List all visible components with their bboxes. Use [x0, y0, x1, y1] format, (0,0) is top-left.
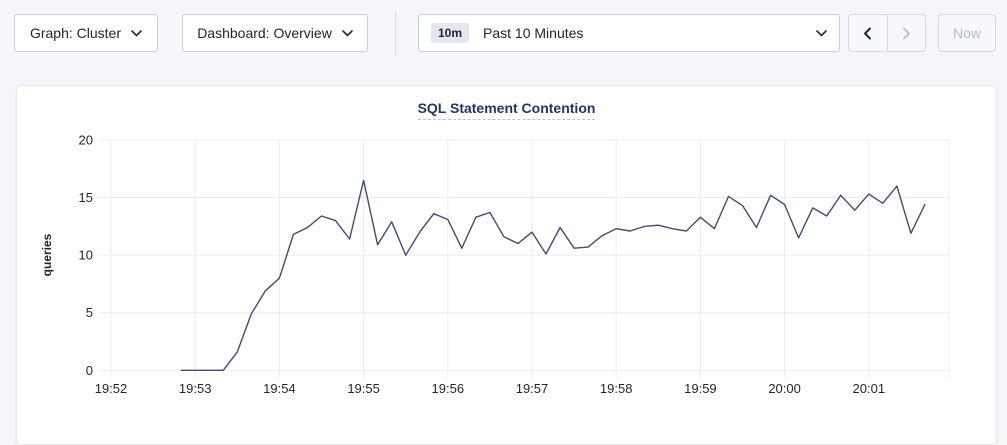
y-tick-label: 10: [79, 248, 93, 263]
x-tick-label: 19:56: [432, 381, 465, 396]
y-tick-label: 5: [86, 305, 93, 320]
line-chart[interactable]: 0 5 10 15 20 19:52 19:53 19:54 19:55 19:56 19:57 19…: [17, 86, 998, 433]
chevron-down-icon: [131, 30, 142, 37]
x-tick-label: 19:52: [95, 381, 128, 396]
chart-panel: SQL Statement Contention 0510152019:5219…: [16, 85, 997, 445]
chevron-right-icon: [902, 27, 911, 40]
time-step-button-group: [848, 14, 926, 52]
dashboard-dropdown[interactable]: Dashboard: Overview: [182, 14, 368, 52]
y-tick-label: 0: [86, 363, 93, 378]
time-range-picker[interactable]: 10m Past 10 Minutes: [418, 14, 840, 52]
dashboard-dropdown-label: Dashboard: Overview: [197, 25, 332, 41]
now-button[interactable]: Now: [938, 14, 996, 52]
x-tick-label: 20:00: [768, 381, 801, 396]
x-tick-label: 19:55: [347, 381, 380, 396]
time-backward-button[interactable]: [849, 15, 888, 51]
x-tick-label: 20:01: [853, 381, 886, 396]
toolbar: Graph: Cluster Dashboard: Overview 10m P…: [0, 0, 1007, 70]
chevron-down-icon: [342, 30, 353, 37]
time-window-label: Past 10 Minutes: [483, 25, 583, 41]
time-forward-button[interactable]: [888, 15, 926, 51]
x-tick-label: 19:59: [684, 381, 717, 396]
chevron-left-icon: [863, 27, 872, 40]
chevron-down-icon: [816, 30, 827, 37]
series-line-queries: [181, 180, 925, 370]
toolbar-divider: [395, 11, 396, 55]
x-tick-label: 19:58: [600, 381, 633, 396]
y-axis-label: queries: [40, 233, 54, 276]
graph-dropdown-label: Graph: Cluster: [30, 25, 121, 41]
y-tick-label: 15: [79, 190, 93, 205]
x-tick-label: 19:53: [179, 381, 212, 396]
y-tick-label: 20: [79, 133, 93, 148]
x-tick-label: 19:54: [263, 381, 296, 396]
graph-dropdown[interactable]: Graph: Cluster: [14, 14, 158, 52]
time-window-badge: 10m: [431, 23, 469, 43]
x-tick-label: 19:57: [516, 381, 549, 396]
